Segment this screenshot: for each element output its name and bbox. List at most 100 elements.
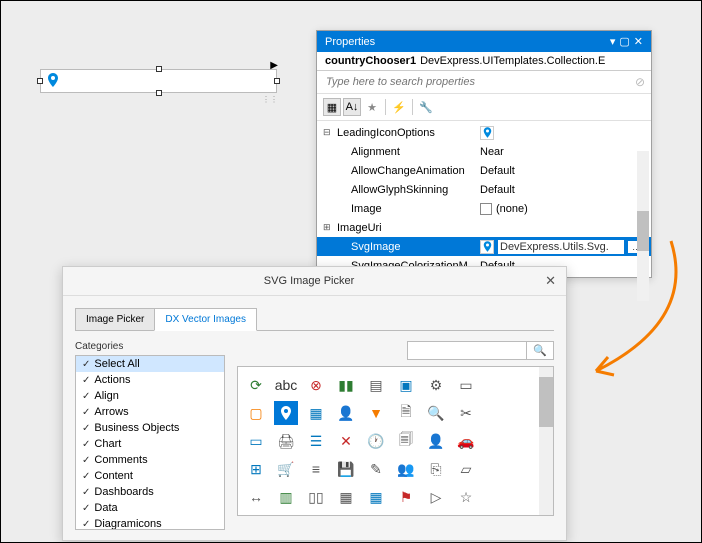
dropdown-icon[interactable]: ▾ (610, 35, 616, 48)
map-pin-icon[interactable] (276, 403, 296, 423)
clear-icon[interactable]: ⊘ (635, 75, 645, 89)
filter-icon[interactable]: ▤ (366, 375, 386, 395)
resize-handle[interactable] (37, 78, 43, 84)
scrollbar[interactable] (637, 151, 649, 301)
scrollbar-thumb[interactable] (539, 377, 553, 427)
window-icon[interactable]: ▢ (619, 35, 629, 48)
scrollbar[interactable] (539, 367, 553, 515)
alphabetical-button[interactable]: A↓ (343, 98, 361, 116)
close-icon[interactable]: ✕ (545, 273, 556, 289)
resize-handle[interactable] (274, 78, 280, 84)
close-icon[interactable]: ✕ (336, 431, 356, 451)
pointer-icon[interactable]: ▷ (426, 487, 446, 507)
sheet-icon[interactable]: ▤ (366, 515, 386, 516)
prop-value[interactable]: Default (480, 184, 645, 196)
category-item[interactable]: ✓Chart (76, 436, 224, 452)
tab-image-picker[interactable]: Image Picker (75, 308, 155, 330)
cancel-icon[interactable]: ⊗ (306, 375, 326, 395)
icon-search-input[interactable] (407, 341, 527, 360)
resize-handle[interactable] (156, 90, 162, 96)
category-item[interactable]: ✓Comments (76, 452, 224, 468)
prop-value[interactable]: Near (480, 146, 645, 158)
category-item[interactable]: ✓Actions (76, 372, 224, 388)
scrollbar-thumb[interactable] (637, 211, 649, 251)
object-selector[interactable]: countryChooser1 DevExpress.UITemplates.C… (317, 52, 651, 71)
category-item[interactable]: ✓Dashboards (76, 484, 224, 500)
car-icon[interactable]: 🚗 (456, 431, 476, 451)
zoom-icon[interactable]: 🔍 (426, 403, 446, 423)
category-item[interactable]: ✓Align (76, 388, 224, 404)
category-item[interactable]: ✓Select All (76, 356, 224, 372)
prop-value[interactable]: Default (480, 165, 645, 177)
copy-icon[interactable]: ⎘ (426, 459, 446, 479)
tag-icon[interactable]: ▱ (456, 459, 476, 479)
list-icon[interactable]: ☰ (306, 431, 326, 451)
bars-icon[interactable]: ▯▯ (306, 487, 326, 507)
menu-icon[interactable]: ≡ (306, 459, 326, 479)
edit-icon[interactable]: ✎ (366, 459, 386, 479)
star-icon[interactable]: ☆ (456, 487, 476, 507)
save-icon[interactable]: 💾 (336, 459, 356, 479)
print-icon[interactable]: 🖨 (276, 431, 296, 451)
refresh-icon[interactable]: ⟳ (246, 375, 266, 395)
font-plus-icon[interactable]: A˄ (276, 515, 296, 516)
person-icon[interactable]: 👤 (426, 431, 446, 451)
tab-dx-vector-images[interactable]: DX Vector Images (154, 308, 257, 331)
grid2-icon[interactable]: ⊞ (246, 459, 266, 479)
close-icon[interactable]: ✕ (634, 35, 643, 48)
property-row[interactable]: ⊟ LeadingIconOptions (317, 123, 651, 142)
property-row[interactable]: AllowGlyphSkinning Default (317, 180, 651, 199)
page-icon[interactable]: 🗎 (396, 403, 416, 423)
expand-icon[interactable]: ⊞ (323, 222, 335, 233)
wrench-button[interactable]: 🔧 (417, 98, 435, 116)
property-row[interactable]: AllowChangeAnimation Default (317, 161, 651, 180)
category-item[interactable]: ✓Arrows (76, 404, 224, 420)
property-row[interactable]: Alignment Near (317, 142, 651, 161)
search-page-icon[interactable]: 🗐 (396, 431, 416, 451)
play-icon[interactable]: ▶ (270, 60, 278, 71)
font-minus-icon[interactable]: A˅ (246, 515, 266, 516)
arrow-icon[interactable]: ↔ (246, 487, 266, 507)
clock-icon[interactable]: 🕐 (366, 431, 386, 451)
category-item[interactable]: ✓Data (76, 500, 224, 516)
category-item[interactable]: ✓Diagramicons (76, 516, 224, 530)
play-icon[interactable]: ▶ (306, 515, 326, 516)
battery-icon[interactable]: ▮▮ (336, 375, 356, 395)
trend-icon[interactable]: ▞ (456, 515, 476, 516)
group-icon[interactable]: 👥 (396, 459, 416, 479)
categorized-button[interactable]: ▦ (323, 98, 341, 116)
category-item[interactable]: ✓Business Objects (76, 420, 224, 436)
events-button[interactable]: ⚡ (390, 98, 408, 116)
grid-icon[interactable]: ▦ (306, 403, 326, 423)
funnel-icon[interactable]: ▼ (366, 403, 386, 423)
abc-icon[interactable]: abc (276, 375, 296, 395)
property-row-selected[interactable]: SvgImage DevExpress.Utils.Svg.… (317, 237, 651, 256)
resize-handle[interactable] (156, 66, 162, 72)
gear-icon[interactable]: ⚙ (426, 375, 446, 395)
cart-icon[interactable]: 🛒 (276, 459, 296, 479)
chart-icon[interactable]: ▥ (276, 487, 296, 507)
check-icon: ✓ (82, 407, 90, 418)
flag-icon[interactable]: ⚑ (396, 487, 416, 507)
designer-control[interactable]: ▶ ⋮⋮ (40, 69, 277, 93)
box-icon[interactable]: ▢ (246, 403, 266, 423)
user-icon[interactable]: 👤 (336, 403, 356, 423)
mail-icon[interactable]: ✉ (336, 515, 356, 516)
categories-list[interactable]: ✓Select All ✓Actions ✓Align ✓Arrows ✓Bus… (75, 355, 225, 530)
phone-icon[interactable]: ✆ (396, 515, 416, 516)
window-icon[interactable]: ▭ (246, 431, 266, 451)
category-item[interactable]: ✓Content (76, 468, 224, 484)
search-input[interactable] (323, 73, 635, 91)
property-row[interactable]: ⊞ ImageUri (317, 218, 651, 237)
camera-icon[interactable]: 📷 (426, 515, 446, 516)
document-icon[interactable]: ▭ (456, 375, 476, 395)
property-row[interactable]: Image (none) (317, 199, 651, 218)
scissors-icon[interactable]: ✂ (456, 403, 476, 423)
search-icon[interactable]: 🔍 (527, 341, 554, 360)
collapse-icon[interactable]: ⊟ (323, 127, 335, 138)
clipboard-icon[interactable]: ▣ (396, 375, 416, 395)
cal-icon[interactable]: ▦ (366, 487, 386, 507)
favorites-button[interactable]: ★ (363, 98, 381, 116)
prop-value[interactable]: (none) (496, 203, 528, 215)
table-icon[interactable]: ▦ (336, 487, 356, 507)
